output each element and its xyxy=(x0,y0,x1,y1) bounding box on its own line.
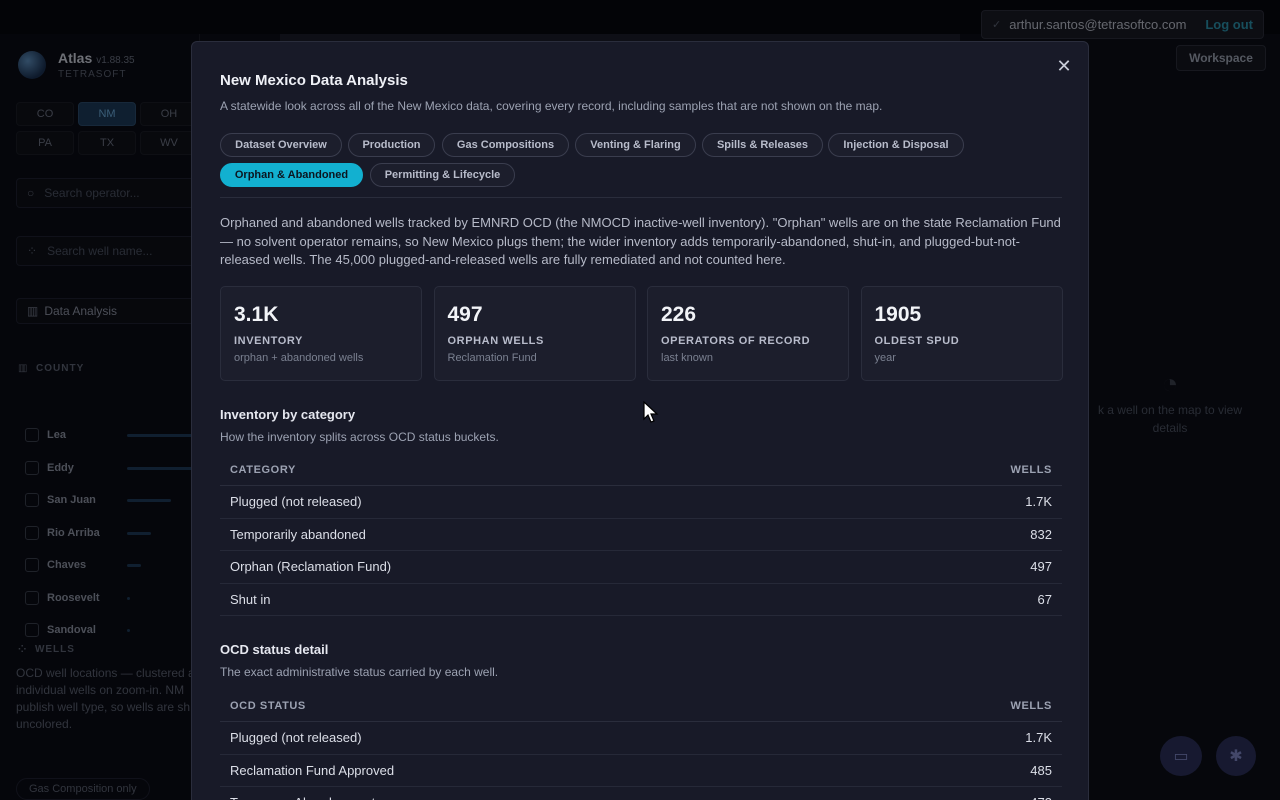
kpi-value: 497 xyxy=(447,303,483,326)
inventory-subtitle: How the inventory splits across OCD stat… xyxy=(220,430,499,444)
kpi-card: 497 ORPHAN WELLS Reclamation Fund xyxy=(433,286,636,381)
row-wells: 832 xyxy=(1030,526,1052,542)
tab-permitting-lifecycle[interactable]: Permitting & Lifecycle xyxy=(370,163,515,187)
data-analysis-modal: ✕ New Mexico Data Analysis A statewide l… xyxy=(191,41,1089,800)
tab-dataset-overview[interactable]: Dataset Overview xyxy=(220,133,342,157)
kpi-card: 1905 OLDEST SPUD year xyxy=(860,286,1063,381)
row-wells: 485 xyxy=(1030,762,1052,778)
mouse-cursor-icon xyxy=(643,401,659,423)
close-icon[interactable]: ✕ xyxy=(1054,56,1074,76)
tab-gas-compositions[interactable]: Gas Compositions xyxy=(442,133,569,157)
row-wells: 1.7K xyxy=(1025,494,1052,510)
kpi-value: 1905 xyxy=(874,303,922,326)
column-header-wells: WELLS xyxy=(1010,699,1052,712)
row-label: Temporary Abandonment xyxy=(230,795,375,800)
kpi-row: 3.1K INVENTORY orphan + abandoned wells 497… xyxy=(220,286,1063,381)
inventory-table-header: CATEGORY WELLS xyxy=(220,454,1062,486)
tab-production[interactable]: Production xyxy=(348,133,435,157)
column-header-ocd-status: OCD STATUS xyxy=(230,699,306,712)
inventory-title: Inventory by category xyxy=(220,407,356,422)
status-detail-subtitle: The exact administrative status carried … xyxy=(220,665,499,679)
kpi-sublabel: orphan + abandoned wells xyxy=(234,352,364,364)
kpi-value: 226 xyxy=(661,303,697,326)
kpi-label: OPERATORS OF RECORD xyxy=(661,335,811,347)
kpi-card: 3.1K INVENTORY orphan + abandoned wells xyxy=(220,286,422,381)
status-table-header: OCD STATUS WELLS xyxy=(220,690,1062,722)
row-label: Plugged (not released) xyxy=(230,494,362,510)
kpi-label: OLDEST SPUD xyxy=(874,335,960,347)
row-label: Orphan (Reclamation Fund) xyxy=(230,559,392,575)
tab-orphan-abandoned[interactable]: Orphan & Abandoned xyxy=(220,163,363,187)
table-row: Temporary Abandonment 473 xyxy=(220,787,1062,800)
table-row: Plugged (not released) 1.7K xyxy=(220,722,1062,755)
table-row: Plugged (not released) 1.7K xyxy=(220,486,1062,519)
kpi-sublabel: last known xyxy=(661,352,713,364)
row-wells: 67 xyxy=(1037,591,1052,607)
table-row: Temporarily abandoned 832 xyxy=(220,519,1062,551)
table-row: Shut in 67 xyxy=(220,584,1062,616)
table-row: Reclamation Fund Approved 485 xyxy=(220,755,1062,787)
modal-title: New Mexico Data Analysis xyxy=(220,72,408,89)
kpi-value: 3.1K xyxy=(234,303,279,326)
row-label: Temporarily abandoned xyxy=(230,526,366,542)
column-header-category: CATEGORY xyxy=(230,463,296,476)
inventory-table: CATEGORY WELLS Plugged (not released) 1.7… xyxy=(220,454,1062,616)
row-label: Shut in xyxy=(230,591,271,607)
tab-venting-flaring[interactable]: Venting & Flaring xyxy=(575,133,696,157)
modal-subtitle: A statewide look across all of the New M… xyxy=(220,99,883,113)
status-detail-table: OCD STATUS WELLS Plugged (not released) 1… xyxy=(220,690,1062,800)
kpi-card: 226 OPERATORS OF RECORD last known xyxy=(647,286,849,381)
row-label: Plugged (not released) xyxy=(230,730,362,746)
kpi-label: ORPHAN WELLS xyxy=(447,335,544,347)
table-row: Orphan (Reclamation Fund) 497 xyxy=(220,551,1062,584)
column-header-wells: WELLS xyxy=(1010,463,1052,476)
kpi-sublabel: year xyxy=(874,352,896,364)
tab-spills-releases[interactable]: Spills & Releases xyxy=(702,133,823,157)
row-wells: 497 xyxy=(1030,559,1052,575)
row-wells: 473 xyxy=(1030,795,1052,800)
divider xyxy=(220,197,1062,198)
kpi-label: INVENTORY xyxy=(234,335,303,347)
tab-injection-disposal[interactable]: Injection & Disposal xyxy=(828,133,964,157)
status-detail-title: OCD status detail xyxy=(220,642,329,657)
tab-description: Orphaned and abandoned wells tracked by … xyxy=(220,215,1061,267)
row-wells: 1.7K xyxy=(1025,730,1052,746)
kpi-sublabel: Reclamation Fund xyxy=(447,352,537,364)
row-label: Reclamation Fund Approved xyxy=(230,762,395,778)
